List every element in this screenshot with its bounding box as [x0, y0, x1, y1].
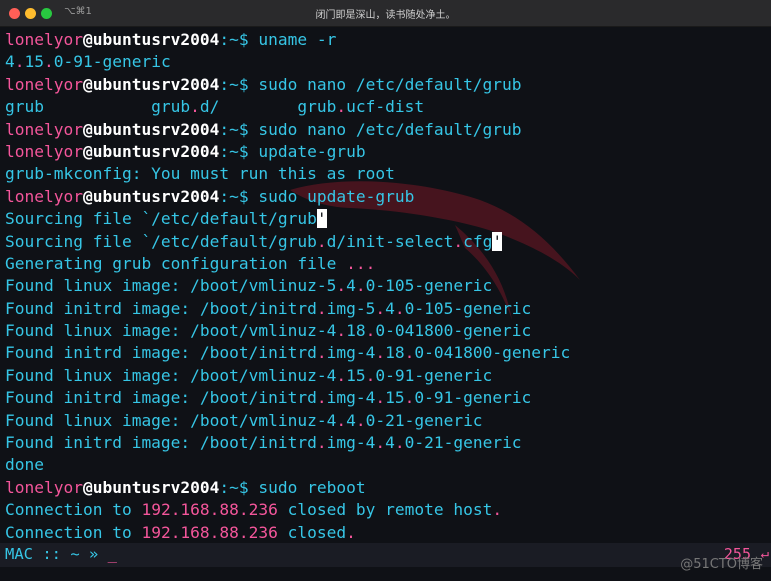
- terminal-line: lonelyor@ubuntusrv2004:~$ sudo reboot: [5, 477, 366, 497]
- terminal-line: done: [5, 455, 44, 475]
- terminal-line: lonelyor@ubuntusrv2004:~$ sudo update-gr…: [5, 186, 415, 206]
- terminal-line: Connection to 192.168.88.236 closed by r…: [5, 500, 503, 520]
- terminal-line: grub grub.d/ grub.ucf-dist: [5, 97, 425, 117]
- terminal-line: Found linux image: /boot/vmlinuz-4.18.0-…: [5, 321, 532, 341]
- terminal-line: Sourcing file `/etc/default/grub.d/init-…: [5, 231, 503, 251]
- terminal-line: Connection to 192.168.88.236 closed.: [5, 522, 356, 542]
- shell-prompt[interactable]: MAC :: ~ » _: [5, 545, 117, 563]
- terminal-line: Found initrd image: /boot/initrd.img-4.1…: [5, 343, 571, 363]
- shell-prompt-bar: MAC :: ~ » _ 255 ↵: [0, 543, 771, 567]
- terminal-line: grub-mkconfig: You must run this as root: [5, 164, 395, 184]
- title-bar: ⌥⌘1 闭门即是深山，读书随处净土。: [0, 0, 771, 27]
- terminal-line: Generating grub configuration file ...: [5, 253, 376, 273]
- terminal-line: Found linux image: /boot/vmlinuz-5.4.0-1…: [5, 276, 493, 296]
- terminal-line: Found linux image: /boot/vmlinuz-4.4.0-2…: [5, 410, 483, 430]
- prompt-text: MAC :: ~ »: [5, 545, 108, 563]
- terminal-line: Found initrd image: /boot/initrd.img-4.4…: [5, 433, 522, 453]
- terminal-output[interactable]: lonelyor@ubuntusrv2004:~$ uname -r 4.15.0…: [5, 29, 771, 544]
- window-title: 闭门即是深山，读书随处净土。: [315, 10, 456, 21]
- terminal-line: lonelyor@ubuntusrv2004:~$ sudo nano /etc…: [5, 119, 522, 139]
- terminal-line: Found linux image: /boot/vmlinuz-4.15.0-…: [5, 365, 493, 385]
- terminal-line: 4.15.0-91-generic: [5, 52, 171, 72]
- text-cursor: _: [107, 545, 117, 563]
- terminal-line: Found initrd image: /boot/initrd.img-4.1…: [5, 388, 532, 408]
- terminal-window: ⌥⌘1 闭门即是深山，读书随处净土。 lonelyor@ubuntusrv200…: [0, 0, 771, 581]
- terminal-line: Found initrd image: /boot/initrd.img-5.4…: [5, 298, 532, 318]
- terminal-line: lonelyor@ubuntusrv2004:~$ sudo nano /etc…: [5, 74, 522, 94]
- terminal-line: Sourcing file `/etc/default/grub': [5, 209, 327, 229]
- site-watermark: @51CTO博客: [680, 557, 763, 572]
- terminal-line: lonelyor@ubuntusrv2004:~$ update-grub: [5, 141, 366, 161]
- terminal-line: lonelyor@ubuntusrv2004:~$ uname -r: [5, 30, 337, 49]
